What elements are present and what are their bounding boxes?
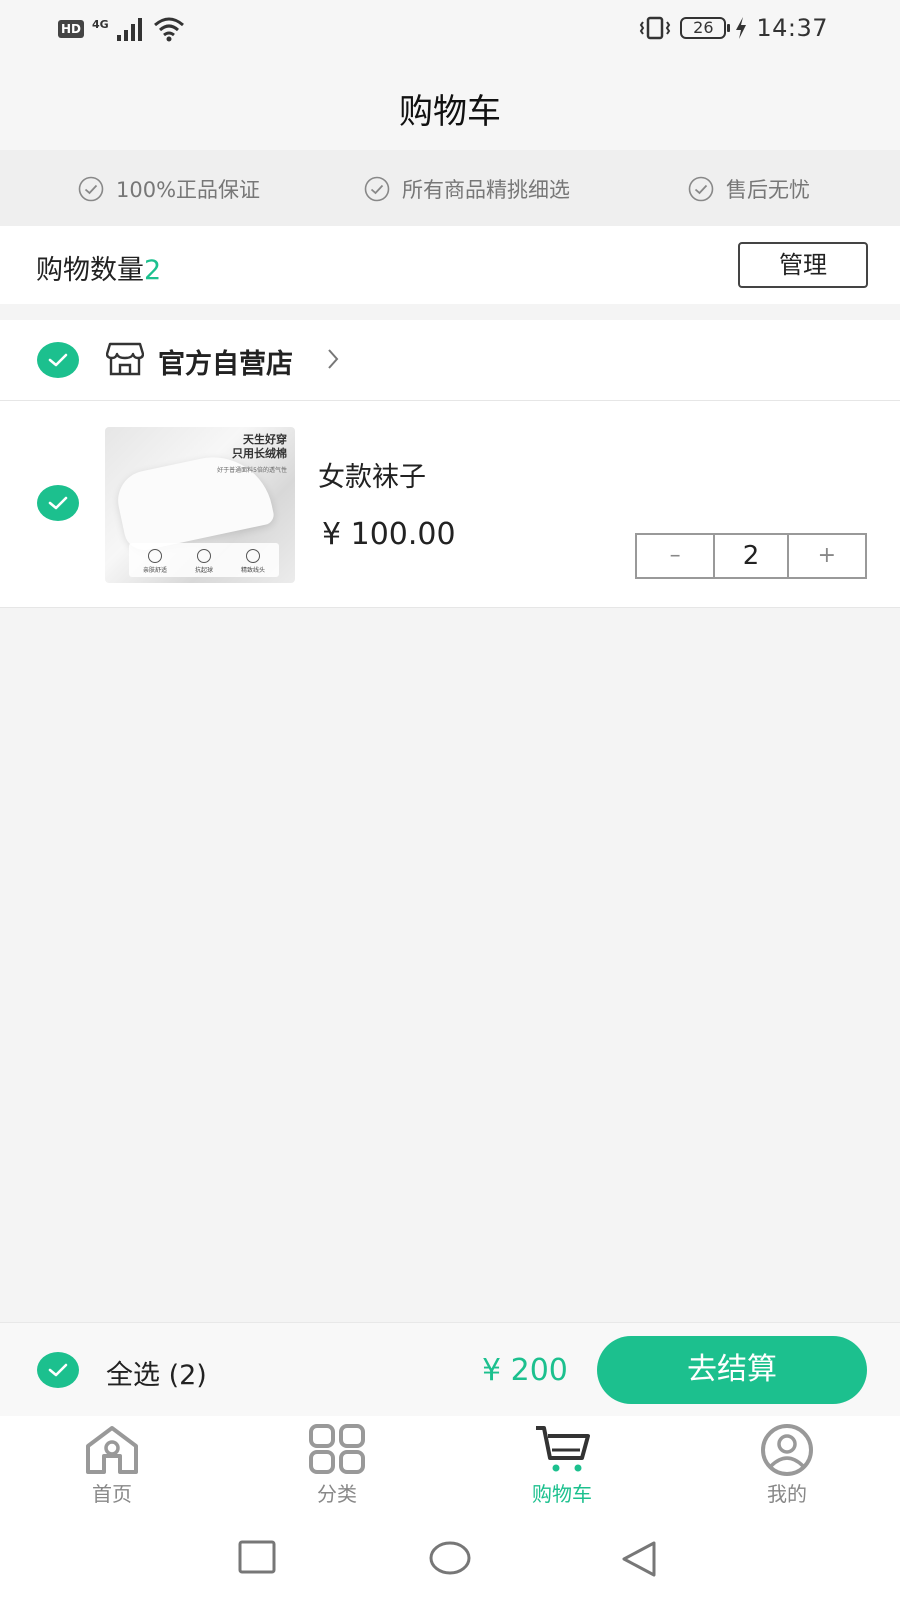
- checkmark-icon: [48, 1363, 68, 1377]
- system-nav-bar: [0, 1518, 900, 1600]
- store-icon: [106, 342, 144, 376]
- store-row: 官方自营店: [0, 320, 900, 401]
- cart-count-text: 购物数量: [36, 255, 144, 286]
- clock: 14:37: [756, 14, 828, 42]
- tab-label: 首页: [92, 1482, 132, 1506]
- recent-apps-icon[interactable]: [238, 1540, 278, 1576]
- increase-button[interactable]: +: [789, 535, 865, 577]
- image-subtext: 好于普通面料5倍的透气性: [217, 467, 287, 474]
- image-feature-bar: 亲肤舒适 抗起球 精致线头: [129, 543, 279, 577]
- back-icon[interactable]: [620, 1540, 660, 1578]
- select-all-checkbox[interactable]: [37, 1352, 79, 1388]
- checkmark-icon: [48, 496, 68, 510]
- guarantee-label: 100%正品保证: [116, 178, 261, 202]
- image-feature: 精致线头: [241, 549, 265, 574]
- charging-icon: [736, 17, 747, 39]
- home-icon: [86, 1426, 138, 1474]
- quantity-value[interactable]: 2: [713, 535, 789, 577]
- profile-icon: [761, 1424, 813, 1476]
- network-type: 4G: [92, 17, 109, 31]
- image-headline: 天生好穿 只用长绒棉: [232, 433, 287, 461]
- wifi-icon: [153, 17, 184, 42]
- quantity-stepper: – 2 +: [635, 533, 867, 579]
- image-feature: 亲肤舒适: [143, 549, 167, 574]
- cart-count-label: 购物数量2: [36, 248, 161, 287]
- total-price: ¥ 200: [482, 1353, 568, 1388]
- product-name[interactable]: 女款袜子: [318, 455, 426, 494]
- battery-icon: 26: [680, 17, 731, 39]
- checkmark-icon: [48, 353, 68, 367]
- tab-category[interactable]: 分类: [282, 1424, 392, 1507]
- check-circle-icon: [364, 176, 390, 202]
- vibrate-icon: [640, 16, 671, 40]
- store-checkbox[interactable]: [37, 342, 79, 378]
- tab-label: 分类: [317, 1482, 357, 1506]
- guarantee-strip: 100%正品保证 所有商品精挑细选 售后无忧: [0, 150, 900, 226]
- guarantee-item: 售后无忧: [688, 174, 810, 204]
- checkout-bar: 全选 (2) ¥ 200 去结算: [0, 1322, 900, 1416]
- page-title: 购物车: [399, 92, 501, 132]
- guarantee-item: 所有商品精挑细选: [364, 174, 570, 204]
- status-bar: HD 4G 26 14:37: [0, 0, 900, 62]
- decrease-button[interactable]: –: [637, 535, 713, 577]
- tab-label: 购物车: [532, 1482, 592, 1506]
- guarantee-item: 100%正品保证: [78, 174, 260, 204]
- signal-icon: [116, 18, 142, 41]
- bottom-tab-bar: 首页 分类 购物车 我的: [0, 1416, 900, 1518]
- chevron-right-icon[interactable]: [326, 346, 340, 372]
- store-name[interactable]: 官方自营店: [158, 342, 293, 381]
- cart-icon: [536, 1426, 590, 1472]
- check-circle-icon: [688, 176, 714, 202]
- image-headline-2: 只用长绒棉: [232, 447, 287, 460]
- category-icon: [309, 1424, 365, 1474]
- guarantee-label: 所有商品精挑细选: [402, 178, 570, 202]
- status-right: 26 14:37: [638, 14, 828, 42]
- cart-count-value: 2: [144, 255, 162, 286]
- guarantee-label: 售后无忧: [726, 178, 810, 202]
- home-circle-icon[interactable]: [428, 1540, 472, 1576]
- select-all-label[interactable]: 全选 (2): [106, 1353, 207, 1392]
- image-headline-1: 天生好穿: [243, 433, 287, 446]
- hd-badge: HD: [58, 20, 85, 38]
- tab-profile[interactable]: 我的: [732, 1424, 842, 1507]
- sock-shape: [112, 446, 276, 554]
- cart-item: 天生好穿 只用长绒棉 好于普通面料5倍的透气性 亲肤舒适 抗起球 精致线头 女款…: [0, 401, 900, 608]
- check-circle-icon: [78, 176, 104, 202]
- tab-label: 我的: [767, 1482, 807, 1506]
- page-header: 购物车: [0, 62, 900, 150]
- manage-button[interactable]: 管理: [738, 242, 868, 288]
- status-left: HD 4G: [58, 16, 185, 42]
- tab-home[interactable]: 首页: [57, 1424, 167, 1507]
- tab-cart[interactable]: 购物车: [507, 1424, 617, 1507]
- checkout-button[interactable]: 去结算: [597, 1336, 867, 1404]
- image-feature: 抗起球: [195, 549, 213, 574]
- product-price: ¥ 100.00: [322, 517, 456, 552]
- product-image[interactable]: 天生好穿 只用长绒棉 好于普通面料5倍的透气性 亲肤舒适 抗起球 精致线头: [105, 427, 295, 583]
- cart-summary: 购物数量2 管理: [0, 226, 900, 304]
- item-checkbox[interactable]: [37, 485, 79, 521]
